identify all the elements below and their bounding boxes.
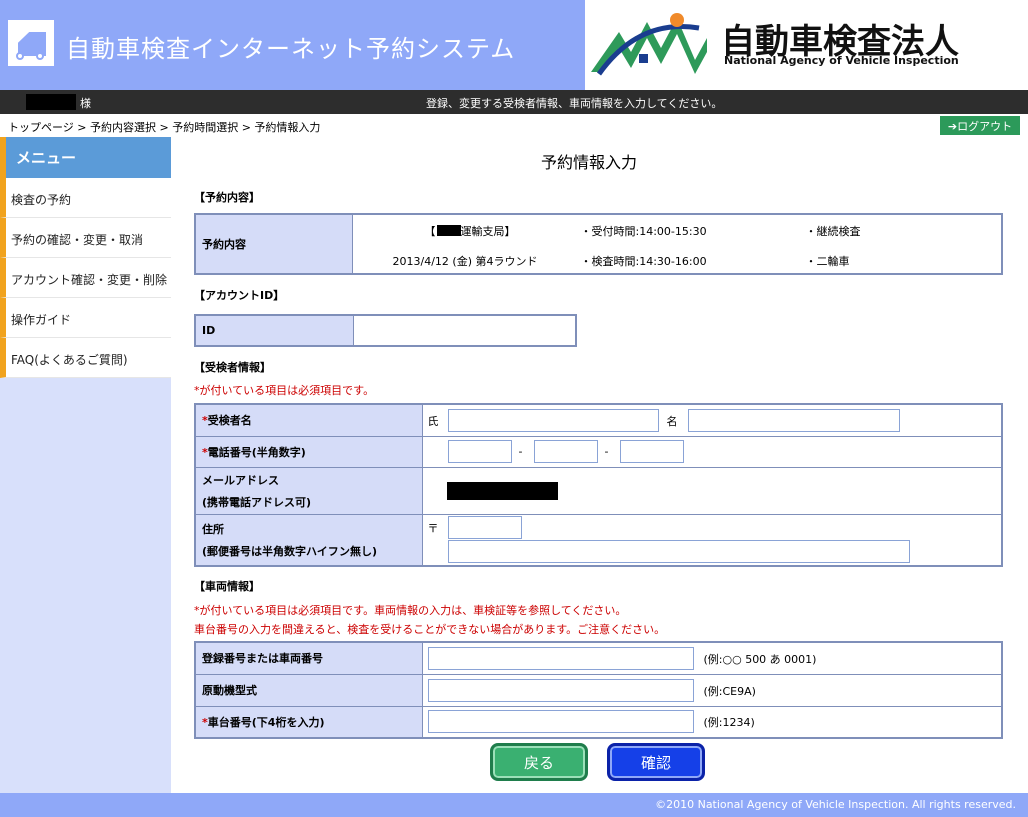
redacted-email bbox=[446, 481, 558, 500]
registration-input[interactable] bbox=[427, 647, 694, 670]
reservation-details: 【 運輸支局】 2013/4/12 (金) 第4ラウンド ・受付時間:14:00… bbox=[351, 213, 1003, 275]
confirm-button[interactable]: 確認 bbox=[607, 743, 705, 781]
breadcrumb[interactable]: トップページ > 予約内容選択 > 予約時間選択 > 予約情報入力 bbox=[8, 119, 320, 135]
reservation-section-title: 【予約内容】 bbox=[194, 191, 260, 204]
registration-example: (例:○○ 500 あ 0001) bbox=[703, 653, 817, 666]
redacted-username bbox=[26, 94, 76, 110]
sidebar-item-reservation[interactable]: 検査の予約 bbox=[0, 178, 171, 218]
org-mark-icon bbox=[591, 13, 707, 76]
sidebar-item-guide[interactable]: 操作ガイド bbox=[0, 298, 171, 338]
phone-input-3[interactable] bbox=[619, 439, 684, 463]
email-cell bbox=[421, 466, 1003, 515]
sidebar-item-reservation-manage[interactable]: 予約の確認・変更・取消 bbox=[0, 218, 171, 258]
vehicle-table: 登録番号または車両番号 (例:○○ 500 あ 0001) 原動機型式 (例:C… bbox=[194, 641, 1003, 739]
org-name-en: National Agency of Vehicle Inspection bbox=[724, 54, 959, 67]
examinee-section-title: 【受検者情報】 bbox=[194, 361, 271, 374]
motor-model-input[interactable] bbox=[427, 678, 694, 702]
examinee-required-note: *が付いている項目は必須項目です。 bbox=[194, 384, 375, 397]
postal-mark: 〒 bbox=[427, 521, 439, 535]
inspection-time: ・検査時間:14:30-16:00 bbox=[580, 255, 707, 268]
menu-title: メニュー bbox=[0, 137, 171, 178]
account-id-value bbox=[352, 314, 577, 347]
back-button[interactable]: 戻る bbox=[490, 743, 588, 781]
sidebar: メニュー 検査の予約 予約の確認・変更・取消 アカウント確認・変更・削除 操作ガ… bbox=[0, 137, 171, 793]
given-name-prefix: 名 bbox=[666, 415, 678, 428]
system-title: 自動車検査インターネット予約システム bbox=[66, 35, 516, 63]
chassis-number-cell: (例:1234) bbox=[421, 705, 1003, 739]
chassis-number-label: *車台番号(下4桁を入力) bbox=[194, 705, 423, 739]
address-label: 住所 (郵便番号は半角数字ハイフン無し) bbox=[194, 513, 423, 567]
given-name-input[interactable] bbox=[687, 409, 900, 432]
examinee-table: *受検者名 氏 名 *電話番号(半角数字) - - メールアドレス (携帯電話アド… bbox=[194, 403, 1003, 567]
reservation-table: 予約内容 【 運輸支局】 2013/4/12 (金) 第4ラウンド ・受付時間:… bbox=[194, 213, 1003, 275]
site-header: 自動車検査インターネット予約システム 自動車検査法人 National Agen… bbox=[0, 0, 1028, 90]
reception-time: ・受付時間:14:00-15:30 bbox=[580, 225, 707, 238]
motor-model-cell: (例:CE9A) bbox=[421, 673, 1003, 707]
copyright-text: ©2010 National Agency of Vehicle Inspect… bbox=[655, 798, 1016, 811]
logout-button[interactable]: ➔ログアウト bbox=[940, 116, 1020, 135]
phone-input-2[interactable] bbox=[533, 439, 598, 463]
user-bar: 様 登録、変更する受検者情報、車両情報を入力してください。 bbox=[0, 90, 1028, 114]
vehicle-note-2: 車台番号の入力を間違えると、検査を受けることができない場合があります。ご注意くだ… bbox=[194, 623, 666, 636]
surname-prefix: 氏 bbox=[427, 415, 439, 428]
phone-separator: - bbox=[518, 444, 523, 458]
vehicle-note-1: *が付いている項目は必須項目です。車両情報の入力は、車検証等を参照してください。 bbox=[194, 604, 627, 617]
address-cell: 〒 bbox=[421, 513, 1003, 567]
sidebar-item-account[interactable]: アカウント確認・変更・削除 bbox=[0, 258, 171, 298]
office-prefix: 【 bbox=[424, 225, 436, 238]
site-footer: ©2010 National Agency of Vehicle Inspect… bbox=[0, 793, 1028, 817]
email-label: メールアドレス (携帯電話アドレス可) bbox=[194, 466, 423, 515]
reservation-date-round: 2013/4/12 (金) 第4ラウンド bbox=[392, 255, 538, 268]
chassis-number-example: (例:1234) bbox=[703, 715, 755, 729]
phone-label: *電話番号(半角数字) bbox=[194, 435, 423, 468]
registration-label: 登録番号または車両番号 bbox=[194, 641, 423, 675]
vehicle-type: ・二輪車 bbox=[805, 255, 850, 268]
phone-cell: - - bbox=[421, 435, 1003, 468]
chassis-number-input[interactable] bbox=[427, 709, 694, 733]
truck-logo-icon bbox=[8, 20, 54, 66]
page-title: 予約情報入力 bbox=[541, 153, 638, 172]
inspection-type: ・継続検査 bbox=[805, 225, 861, 238]
instruction-message: 登録、変更する受検者情報、車両情報を入力してください。 bbox=[426, 97, 723, 110]
phone-input-1[interactable] bbox=[447, 439, 512, 463]
account-id-label: ID bbox=[194, 314, 354, 347]
phone-separator: - bbox=[604, 444, 609, 458]
user-suffix: 様 bbox=[80, 97, 91, 110]
sidebar-item-faq[interactable]: FAQ(よくあるご質問) bbox=[0, 338, 171, 378]
account-table: ID bbox=[194, 314, 577, 347]
surname-input[interactable] bbox=[447, 409, 659, 432]
motor-model-label: 原動機型式 bbox=[194, 673, 423, 707]
motor-model-example: (例:CE9A) bbox=[703, 684, 756, 698]
office-suffix: 運輸支局】 bbox=[460, 225, 516, 238]
examinee-name-label: *受検者名 bbox=[194, 403, 423, 437]
reservation-label: 予約内容 bbox=[194, 213, 353, 275]
postal-code-input[interactable] bbox=[447, 515, 522, 539]
account-section-title: 【アカウントID】 bbox=[194, 289, 285, 302]
vehicle-section-title: 【車両情報】 bbox=[194, 580, 260, 593]
registration-cell: (例:○○ 500 あ 0001) bbox=[421, 641, 1003, 675]
redacted-office bbox=[436, 225, 461, 236]
examinee-name-cell: 氏 名 bbox=[421, 403, 1003, 437]
address-input[interactable] bbox=[447, 539, 910, 563]
org-logo-area: 自動車検査法人 National Agency of Vehicle Inspe… bbox=[585, 0, 1028, 90]
